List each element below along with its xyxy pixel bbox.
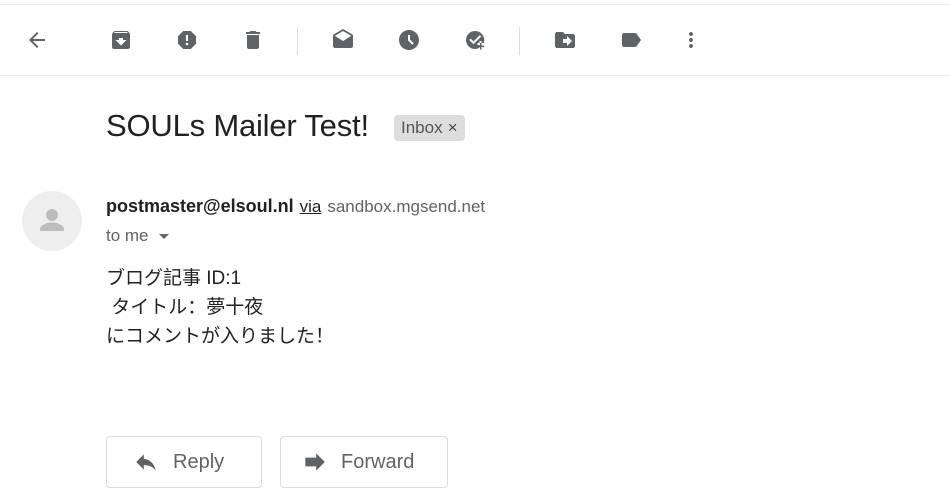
archive-icon <box>112 31 130 49</box>
more-options-button[interactable] <box>673 22 709 58</box>
message-toolbar <box>0 5 949 76</box>
body-line: ブログ記事 ID:1 <box>106 268 242 289</box>
toolbar-divider <box>519 27 520 55</box>
delete-icon <box>246 31 260 49</box>
forward-button[interactable]: Forward <box>280 436 448 488</box>
remove-label-icon[interactable]: × <box>448 118 458 138</box>
back-button[interactable] <box>19 22 55 58</box>
message-body: ブログ記事 ID:1 タイトル：夢十夜にコメントが入りました！ <box>106 264 334 351</box>
mark-unread-icon <box>333 29 353 48</box>
recipient-dropdown[interactable]: to me <box>106 226 169 246</box>
more-icon <box>689 32 693 48</box>
snooze-button[interactable] <box>391 22 427 58</box>
label-chip-text: Inbox <box>401 118 443 137</box>
sender-avatar <box>22 191 82 251</box>
message-subject: SOULs Mailer Test! <box>106 108 369 143</box>
snooze-icon <box>399 30 419 50</box>
archive-button[interactable] <box>103 22 139 58</box>
move-to-button[interactable] <box>547 22 583 58</box>
body-line: タイトル：夢十夜 <box>106 297 264 318</box>
sender-line: postmaster@elsoul.nl via sandbox.mgsend.ne… <box>106 196 485 217</box>
via-link[interactable]: via <box>300 197 322 216</box>
chevron-down-icon[interactable] <box>158 233 169 239</box>
report-spam-button[interactable] <box>169 22 205 58</box>
person-icon <box>40 209 64 231</box>
label-icon <box>622 33 641 47</box>
mark-unread-button[interactable] <box>325 22 361 58</box>
add-to-tasks-icon <box>466 30 485 50</box>
label-button[interactable] <box>613 22 649 58</box>
add-to-tasks-button[interactable] <box>457 22 493 58</box>
delete-button[interactable] <box>235 22 271 58</box>
inbox-label-chip[interactable]: Inbox × <box>394 115 465 141</box>
reply-button[interactable]: Reply <box>106 436 262 488</box>
reply-icon <box>136 454 156 471</box>
toolbar-divider <box>297 27 298 55</box>
recipient-text: to me <box>106 226 149 245</box>
forward-label: Forward <box>341 450 415 473</box>
move-to-icon <box>555 32 575 48</box>
sender-name[interactable]: postmaster@elsoul.nl <box>106 196 294 216</box>
report-spam-icon <box>178 31 196 49</box>
reply-label: Reply <box>173 450 225 473</box>
body-line: にコメントが入りました！ <box>106 326 335 347</box>
back-arrow-icon <box>29 32 45 48</box>
forward-icon <box>305 453 325 471</box>
via-domain: sandbox.mgsend.net <box>327 197 486 216</box>
